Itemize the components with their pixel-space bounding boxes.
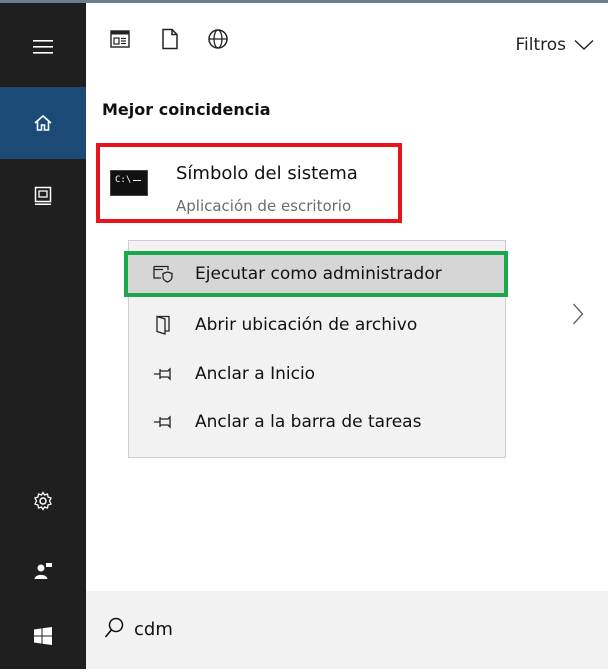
people-button[interactable] — [0, 535, 86, 607]
hamburger-icon — [33, 40, 53, 54]
documents-button[interactable] — [0, 160, 86, 232]
filters-dropdown[interactable]: Filtros — [515, 33, 594, 57]
expand-details-button[interactable] — [572, 303, 584, 329]
run-as-admin-item[interactable]: Ejecutar como administrador — [124, 251, 508, 297]
section-title: Mejor coincidencia — [102, 100, 271, 119]
command-prompt-icon-text: C:\ — [115, 175, 132, 185]
best-match-result[interactable]: C:\ Símbolo del sistema Aplicación de es… — [96, 143, 402, 223]
search-box[interactable]: cdm — [86, 591, 608, 669]
pin-to-taskbar-item[interactable]: Anclar a la barra de tareas — [129, 399, 505, 445]
gear-icon — [34, 491, 52, 511]
context-menu: Ejecutar como administrador Abrir ubicac… — [124, 240, 508, 458]
run-as-admin-label: Ejecutar como administrador — [195, 264, 442, 284]
document-viewer-icon — [34, 186, 52, 205]
command-prompt-icon: C:\ — [110, 170, 148, 196]
filters-label: Filtros — [515, 35, 566, 55]
search-results-panel: Filtros Mejor coincidencia C:\ Símbolo d… — [86, 3, 608, 669]
apps-icon — [110, 30, 130, 48]
documents-filter-button[interactable] — [158, 27, 182, 51]
best-match-subtitle: Aplicación de escritorio — [176, 197, 352, 215]
home-button[interactable] — [0, 87, 86, 159]
web-filter-button[interactable] — [206, 27, 230, 51]
people-icon — [34, 563, 52, 579]
open-file-location-item[interactable]: Abrir ubicación de archivo — [129, 302, 505, 348]
menu-button[interactable] — [0, 11, 86, 83]
document-icon — [162, 28, 178, 50]
apps-filter-button[interactable] — [108, 27, 132, 51]
open-folder-icon — [153, 315, 173, 335]
filter-toolbar: Filtros — [86, 3, 608, 75]
pin-icon — [153, 412, 173, 432]
pin-to-start-label: Anclar a Inicio — [195, 364, 316, 384]
chevron-right-icon — [572, 303, 584, 325]
search-icon — [104, 617, 124, 638]
web-globe-icon — [208, 29, 228, 49]
pin-to-taskbar-label: Anclar a la barra de tareas — [195, 412, 422, 432]
open-file-location-label: Abrir ubicación de archivo — [195, 315, 418, 335]
start-button[interactable] — [0, 600, 86, 672]
chevron-down-icon — [574, 39, 594, 50]
admin-shield-icon — [153, 264, 173, 284]
pin-icon — [153, 364, 173, 384]
pin-to-start-item[interactable]: Anclar a Inicio — [129, 351, 505, 397]
home-icon — [34, 114, 52, 131]
start-rail — [0, 3, 86, 669]
settings-button[interactable] — [0, 465, 86, 537]
windows-logo-icon — [34, 627, 52, 645]
best-match-title: Símbolo del sistema — [176, 163, 358, 184]
search-input[interactable]: cdm — [134, 619, 173, 640]
